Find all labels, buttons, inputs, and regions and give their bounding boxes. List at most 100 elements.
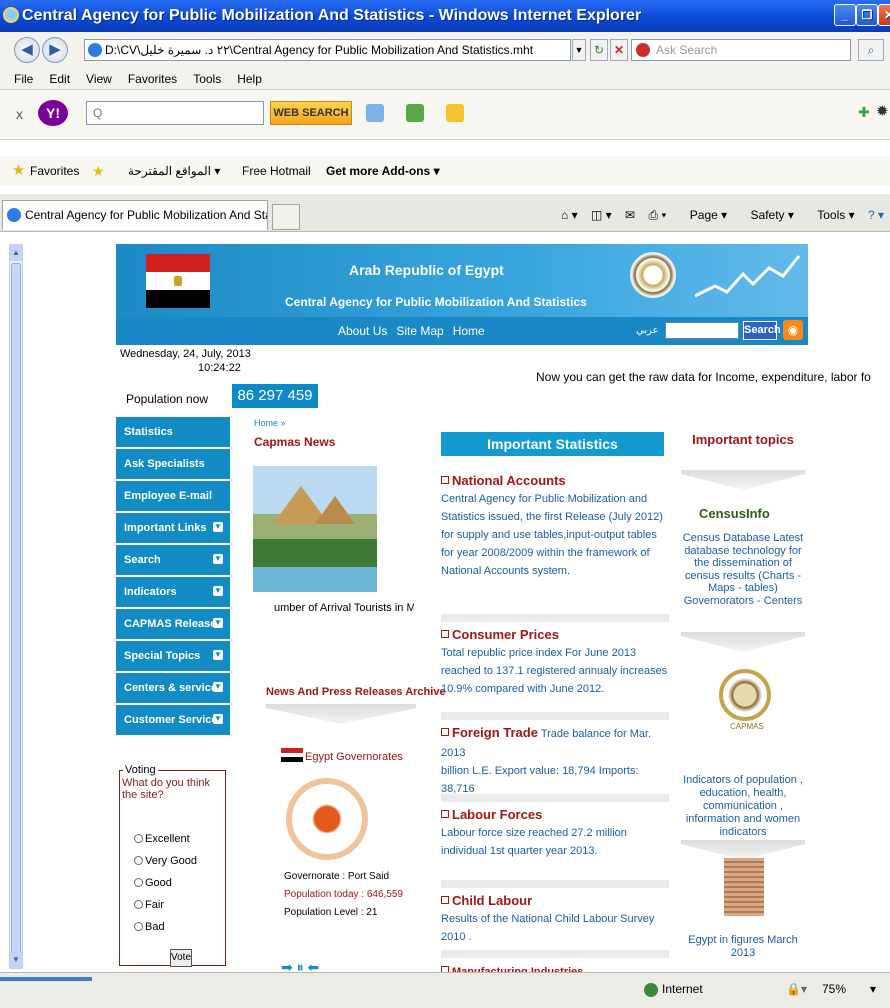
home-icon[interactable]: ⌂ ▾ (561, 208, 578, 222)
menu-edit[interactable]: Edit (49, 68, 70, 90)
safety-menu[interactable]: Safety ▾ (741, 208, 794, 222)
tools-menu[interactable]: Tools ▾ (807, 208, 854, 222)
egypt-in-figures-link[interactable]: Egypt in figures March 2013 (679, 934, 807, 959)
add-icon[interactable]: ✚ (858, 104, 870, 121)
population-label: Population now (126, 392, 209, 406)
egypt-governorates-link[interactable]: Egypt Governorates (305, 751, 403, 763)
scroll-up-icon[interactable]: ▲ (10, 245, 22, 261)
site-search-button[interactable]: Search (743, 321, 781, 340)
scroll-thumb[interactable] (11, 263, 21, 961)
web-search-button[interactable]: WEB SEARCH (270, 101, 352, 125)
statistic-item[interactable]: Foreign Trade Trade balance for Mar. 201… (441, 724, 669, 798)
print-icon[interactable]: ⎙ ▾ (648, 208, 666, 222)
favorite-link-suggested[interactable]: المواقع المقترحة ▾ (128, 156, 220, 186)
vote-option-excellent[interactable]: Excellent (134, 833, 190, 845)
voting-question: What do you think the site? (122, 777, 211, 801)
nav-site-map[interactable]: Site Map (396, 324, 443, 338)
refresh-icon[interactable]: ↻ (590, 39, 608, 61)
left-menu-item[interactable]: Statistics (116, 417, 230, 449)
statistic-item[interactable]: Labour Forces Labour force size reached 2… (441, 806, 669, 860)
vote-option-fair[interactable]: Fair (134, 899, 164, 911)
census-database-text[interactable]: Census Database Latest database technolo… (679, 532, 807, 607)
forward-button[interactable]: ▶ (42, 37, 68, 63)
section-divider (681, 470, 805, 490)
menu-help[interactable]: Help (237, 68, 262, 90)
statistic-item[interactable]: Consumer Prices Total republic price inde… (441, 626, 669, 698)
vertical-scrollbar[interactable]: ▲ ▼ (9, 244, 23, 969)
address-input[interactable]: D:\CV\٢٢ د. سميرة خليل\Central Agency fo… (84, 39, 571, 61)
address-dropdown-icon[interactable]: ▼ (572, 39, 586, 61)
help-icon[interactable]: ? ▾ (868, 208, 884, 222)
tab-capmas[interactable]: Central Agency for Public Mobilization A… (2, 200, 268, 230)
yahoo-logo-icon[interactable]: Y! (38, 100, 68, 126)
left-menu-item[interactable]: Search ▼ (116, 545, 230, 577)
vote-button[interactable]: Vote (170, 949, 192, 967)
left-menu-item[interactable]: Centers & services ▼ (116, 673, 230, 705)
vote-option-bad[interactable]: Bad (134, 921, 165, 933)
rss-icon[interactable]: ◉ (783, 320, 803, 340)
capmas-logo-icon[interactable] (719, 669, 771, 721)
security-zone[interactable]: Internet (662, 982, 703, 996)
left-menu-item[interactable]: Ask Specialists (116, 449, 230, 481)
chevron-down-icon: ▼ (213, 522, 223, 532)
minimize-button[interactable]: _ (834, 4, 856, 26)
menu-view[interactable]: View (86, 68, 112, 90)
censusinfo-logo[interactable]: CensusInfo (699, 506, 770, 521)
zoom-dropdown-icon[interactable]: ▾ (870, 982, 876, 996)
news-caption[interactable]: umber of Arrival Tourists in Ma (274, 602, 414, 614)
read-mail-icon[interactable]: ✉ (625, 208, 635, 222)
date-time: Wednesday, 24, July, 2013 10:24:22 (120, 347, 251, 375)
search-input[interactable]: Ask Search (631, 39, 851, 61)
nav-about-us[interactable]: About Us (338, 324, 387, 338)
statistic-divider (441, 950, 669, 958)
left-menu-item[interactable]: Special Topics ▼ (116, 641, 230, 673)
address-toolbar: ◀ ▶ D:\CV\٢٢ د. سميرة خليل\Central Agenc… (0, 32, 890, 90)
bullet-square-icon (441, 476, 449, 484)
new-tab-button[interactable] (272, 204, 300, 230)
favorites-button[interactable]: Favorites (30, 156, 79, 186)
stop-icon[interactable]: ✕ (610, 39, 628, 61)
feeds-icon[interactable]: ◫ ▾ (591, 208, 612, 222)
vote-option-good[interactable]: Good (134, 877, 172, 889)
close-button[interactable]: ✕ (878, 4, 890, 26)
ebay-icon[interactable] (446, 104, 464, 122)
pyramids-news-image[interactable] (253, 466, 377, 592)
menu-tools[interactable]: Tools (193, 68, 221, 90)
arabic-link[interactable]: عربي (636, 325, 659, 336)
left-menu-item[interactable]: Employee E-mail (116, 481, 230, 513)
addon-icon[interactable] (406, 104, 424, 122)
yahoo-search-input[interactable]: Q (86, 101, 264, 125)
favorite-link-addons[interactable]: Get more Add-ons ▾ (326, 156, 440, 186)
news-archive-link[interactable]: News And Press Releases Archive (266, 686, 446, 698)
important-topics-heading: Important topics (692, 432, 794, 447)
left-menu-item[interactable]: Customer Service ▼ (116, 705, 230, 737)
toolbar-close-icon[interactable]: x (16, 106, 23, 122)
left-menu-item[interactable]: Important Links ▼ (116, 513, 230, 545)
gear-icon[interactable]: ✹ (876, 102, 889, 120)
building-image[interactable] (724, 858, 764, 916)
protected-mode-icon[interactable]: 🔒▾ (786, 982, 807, 996)
scroll-down-icon[interactable]: ▼ (10, 952, 22, 968)
menu-file[interactable]: File (14, 68, 33, 90)
page-menu[interactable]: Page ▾ (680, 208, 727, 222)
statistic-item[interactable]: Child Labour Results of the National Chil… (441, 892, 669, 946)
indicators-text[interactable]: Indicators of population , education, he… (679, 774, 807, 839)
zoom-level[interactable]: 75% (822, 982, 846, 996)
left-menu-item[interactable]: CAPMAS Releases ▼ (116, 609, 230, 641)
search-go-icon[interactable]: ⌕ (858, 39, 884, 61)
add-favorite-icon[interactable]: ★ (92, 156, 105, 186)
maximize-button[interactable]: ❐ (856, 4, 878, 26)
breadcrumb[interactable]: Home » (254, 418, 286, 428)
menu-favorites[interactable]: Favorites (128, 68, 177, 90)
site-search-input[interactable] (665, 322, 739, 339)
news-ticker[interactable]: Now you can get the raw data for Income,… (536, 370, 871, 384)
left-menu-item[interactable]: Indicators ▼ (116, 577, 230, 609)
nav-home[interactable]: Home (453, 324, 485, 338)
statistic-item[interactable]: National Accounts Central Agency for Publ… (441, 472, 669, 580)
favorite-link-hotmail[interactable]: Free Hotmail (242, 156, 311, 186)
mail-icon[interactable] (366, 104, 384, 122)
back-button[interactable]: ◀ (14, 37, 40, 63)
current-date: Wednesday, 24, July, 2013 (120, 348, 251, 360)
governorate-level: Population Level : 21 (284, 907, 378, 918)
vote-option-very-good[interactable]: Very Good (134, 855, 197, 867)
